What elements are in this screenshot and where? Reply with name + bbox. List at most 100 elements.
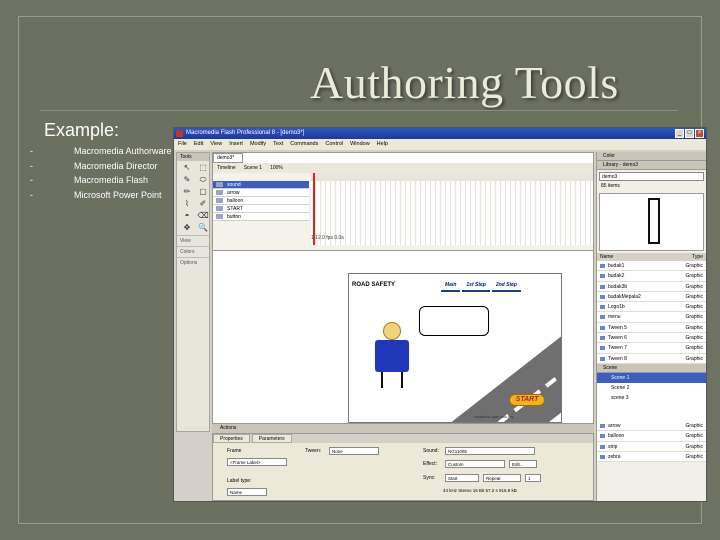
bullet-text: Microsoft Power Point: [74, 189, 162, 200]
bullet-item: - Macromedia Director: [30, 159, 172, 174]
slide-title: Authoring Tools: [310, 57, 619, 108]
library-row[interactable]: strip Graphic: [597, 441, 706, 452]
library-panel-header[interactable]: Library - demo3: [597, 161, 706, 170]
stage-tab-step1[interactable]: 1st Step: [462, 280, 490, 292]
library-row[interactable]: Tween 6 Graphic: [597, 333, 706, 344]
frame-ruler[interactable]: [311, 173, 593, 181]
column-name[interactable]: Name: [600, 253, 613, 261]
scene-bar: Timeline Scene 1 100%: [213, 163, 593, 173]
edit-button[interactable]: Edit...: [509, 460, 537, 468]
library-row[interactable]: Tween 5 Graphic: [597, 322, 706, 334]
library-row[interactable]: budakMepala2 Graphic: [597, 291, 706, 303]
timeline-toggle[interactable]: Timeline: [217, 163, 236, 173]
column-type[interactable]: Type: [692, 253, 703, 261]
library-row[interactable]: budak3b Graphic: [597, 281, 706, 292]
menu-window[interactable]: Window: [350, 139, 370, 150]
menu-control[interactable]: Control: [325, 139, 343, 150]
frame-label-input[interactable]: <Frame Label>: [227, 458, 287, 466]
bucket-tool-icon[interactable]: ◓: [180, 211, 194, 221]
library-row[interactable]: Tween 7 Graphic: [597, 343, 706, 354]
library-row[interactable]: zebra Graphic: [597, 451, 706, 463]
label-type-select[interactable]: Name: [227, 488, 267, 496]
library-row[interactable]: menu Graphic: [597, 312, 706, 323]
library-doc-select[interactable]: demo3: [599, 172, 704, 181]
document-tab[interactable]: demo3*: [213, 153, 243, 163]
frame-grid[interactable]: [311, 181, 593, 245]
stage-canvas[interactable]: ROAD SAFETY Main 1st Step 2nd Step START…: [348, 273, 562, 423]
layer-row[interactable]: sound: [213, 181, 309, 189]
bullet-marker: -: [30, 189, 33, 200]
stage-tab-main[interactable]: Main: [441, 280, 461, 292]
sound-select[interactable]: NG11005: [445, 447, 535, 455]
scene-item[interactable]: Scene 2: [597, 382, 706, 393]
library-item-count: 85 items: [601, 183, 620, 189]
start-button[interactable]: START: [509, 394, 545, 406]
library-row[interactable]: arrow Graphic: [597, 420, 706, 432]
layer-row[interactable]: arrow: [213, 189, 309, 197]
layer-name: arrow: [227, 190, 240, 196]
character-head: [383, 322, 401, 340]
zoom-level[interactable]: 100%: [270, 163, 283, 173]
library-row[interactable]: budak2 Graphic: [597, 271, 706, 282]
window-titlebar: Macromedia Flash Professional 8 - [demo3…: [174, 128, 706, 139]
rectangle-tool-icon[interactable]: ▢: [196, 187, 210, 197]
tab-parameters[interactable]: Parameters: [251, 434, 292, 443]
effect-label: Effect:: [423, 461, 438, 467]
selection-tool-icon[interactable]: ↖: [180, 163, 194, 173]
menu-insert[interactable]: Insert: [229, 139, 243, 150]
stage-tab-step2[interactable]: 2nd Step: [491, 280, 521, 292]
window-controls: _ □ ×: [675, 129, 704, 138]
bullet-item: - Macromedia Flash: [30, 173, 172, 188]
menu-text[interactable]: Text: [273, 139, 283, 150]
hand-tool-icon[interactable]: ✥: [180, 223, 194, 233]
brush-tool-icon[interactable]: ✐: [196, 199, 210, 209]
library-row[interactable]: Logo1b Graphic: [597, 302, 706, 313]
zoom-tool-icon[interactable]: 🔍: [196, 223, 210, 233]
preview-symbol: [648, 198, 660, 244]
menu-file[interactable]: File: [178, 139, 187, 150]
oval-tool-icon[interactable]: ⬭: [196, 175, 210, 185]
line-tool-icon[interactable]: ✎: [180, 175, 194, 185]
scene-item[interactable]: Scene 1: [597, 372, 706, 383]
actions-panel-header[interactable]: Actions: [212, 424, 594, 433]
library-row[interactable]: budak1 Graphic: [597, 261, 706, 272]
bullet-marker: -: [30, 146, 33, 156]
menu-commands[interactable]: Commands: [290, 139, 318, 150]
menu-view[interactable]: View: [210, 139, 222, 150]
close-icon[interactable]: ×: [695, 129, 704, 138]
layer-name: balloon: [227, 198, 244, 204]
menu-edit[interactable]: Edit: [194, 139, 203, 150]
scene-name: Scene 1: [243, 165, 263, 171]
scene-item[interactable]: scene 3: [597, 392, 706, 403]
menu-help[interactable]: Help: [377, 139, 388, 150]
effect-select[interactable]: Custom: [445, 460, 505, 468]
layer-row[interactable]: button: [213, 213, 309, 221]
scene-panel-header[interactable]: Scene: [597, 363, 706, 373]
tab-properties[interactable]: Properties: [213, 434, 250, 443]
sound-label: Sound:: [423, 448, 439, 454]
library-row[interactable]: Tween 8 Graphic: [597, 353, 706, 364]
road-graphic: [449, 325, 561, 422]
color-panel-header[interactable]: Color: [597, 152, 706, 161]
layer-row[interactable]: balloon: [213, 197, 309, 205]
tween-select[interactable]: None: [329, 447, 379, 455]
library-row[interactable]: balloon Graphic: [597, 431, 706, 442]
sync-select[interactable]: Start: [445, 474, 479, 482]
subselect-tool-icon[interactable]: ⬚: [196, 163, 210, 173]
layer-row[interactable]: START: [213, 205, 309, 213]
layer-icon: [216, 206, 223, 211]
minimize-icon[interactable]: _: [675, 129, 684, 138]
repeat-count-input[interactable]: 1: [525, 474, 541, 482]
repeat-select[interactable]: Repeat: [483, 474, 521, 482]
maximize-icon[interactable]: □: [685, 129, 694, 138]
view-section-label: View: [177, 235, 209, 246]
bullet-text: Macromedia Flash: [74, 175, 149, 185]
eraser-tool-icon[interactable]: ⌫: [196, 211, 210, 221]
layer-list: sound arrow balloon START button: [213, 181, 309, 221]
menu-modify[interactable]: Modify: [250, 139, 266, 150]
lasso-tool-icon[interactable]: ⌇: [180, 199, 194, 209]
pencil-tool-icon[interactable]: ✏: [180, 187, 194, 197]
slide: Authoring Tools Example: - Macromedia Aut…: [0, 0, 720, 540]
frame-label: Frame: [227, 448, 242, 454]
colors-section-label: Colors: [177, 246, 209, 257]
